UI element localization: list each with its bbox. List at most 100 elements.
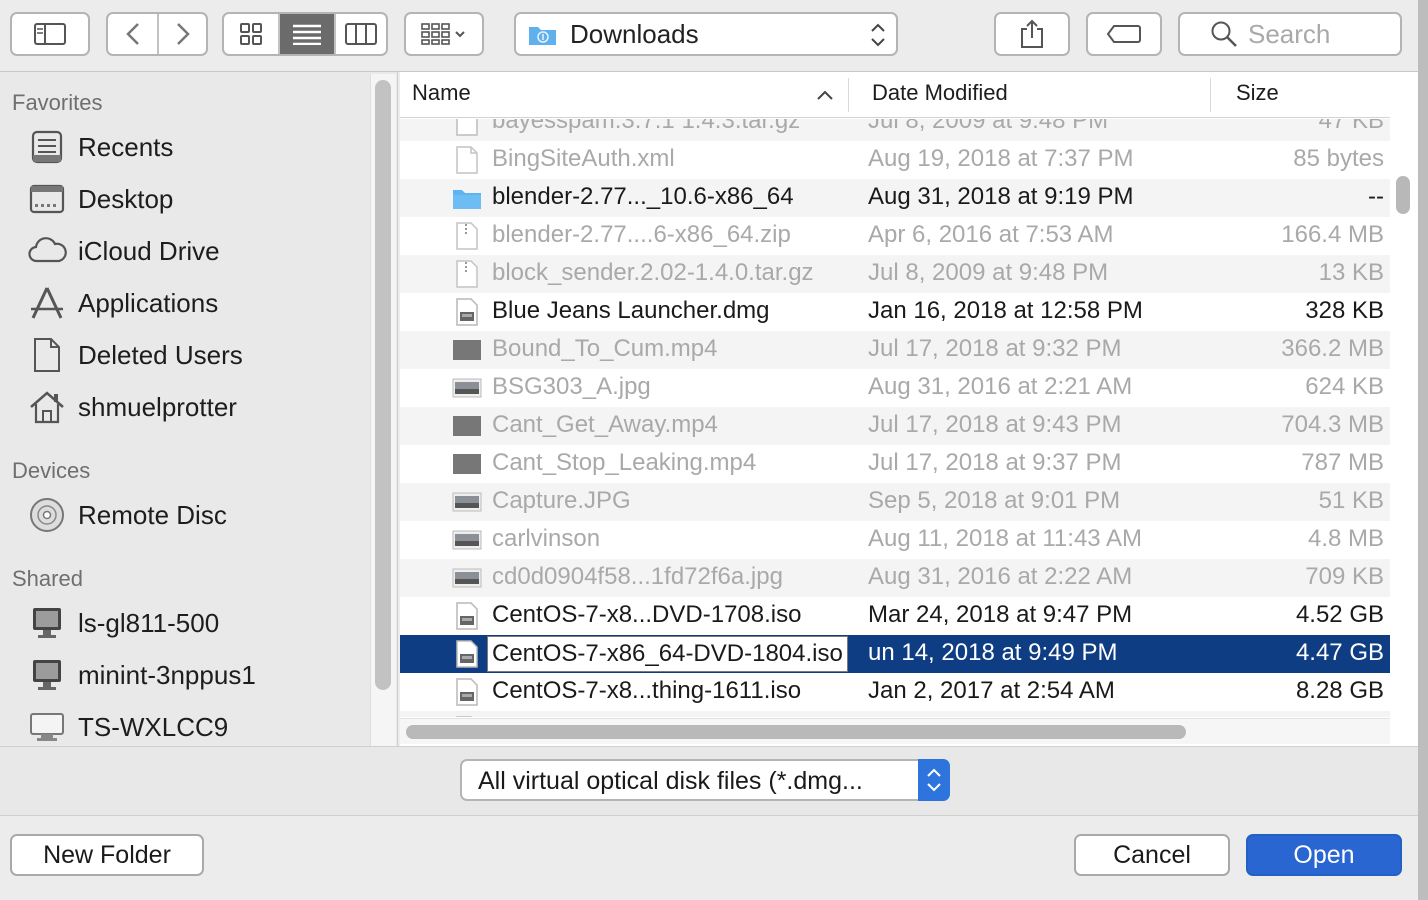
file-name: Bound_To_Cum.mp4 (492, 335, 718, 362)
table-row[interactable]: BSG303_A.jpg Aug 31, 2016 at 2:21 AM 624 K… (400, 369, 1390, 407)
file-list: Name Date Modified Size bayesspam.3.7.1 … (400, 72, 1418, 746)
table-row[interactable]: bayesspam.3.7.1 1.4.3.tar.gz Jul 8, 2009 … (400, 119, 1390, 141)
file-name: bayesspam.3.7.1 1.4.3.tar.gz (492, 119, 801, 134)
file-size: 8.28 GB (1295, 677, 1384, 704)
icon-view-button[interactable] (224, 14, 278, 54)
sidebar-scroll-thumb[interactable] (375, 80, 391, 690)
sidebar-toggle-button[interactable] (10, 12, 90, 56)
column-separator (848, 78, 849, 112)
sidebar-item-deleted-users[interactable]: Deleted Users (26, 331, 243, 379)
horizontal-scrollbar[interactable] (400, 718, 1390, 744)
table-row[interactable]: Capture.JPG Sep 5, 2018 at 9:01 PM 51 KB (400, 483, 1390, 521)
table-row[interactable]: Blue Jeans Launcher.dmg Jan 16, 2018 at 1… (400, 293, 1390, 331)
filter-stepper[interactable] (918, 759, 950, 801)
file-date-modified: un 14, 2018 at 9:49 PM (868, 639, 1118, 666)
table-row[interactable]: cd0d0904f58...1fd72f6a.jpg Aug 31, 2016 a… (400, 559, 1390, 597)
table-row[interactable]: CentOS-7-x8...thing-1708.iso Mar 26, 2018… (400, 711, 1390, 717)
file-name: blender-2.77..._10.6-x86_64 (492, 183, 794, 210)
updown-chevron-icon (871, 23, 885, 47)
file-date-modified: Aug 31, 2016 at 2:22 AM (868, 563, 1133, 590)
column-header: Name Date Modified Size (400, 72, 1390, 118)
group-by-button[interactable] (404, 12, 484, 56)
sidebar: Favorites Recents Desktop iCloud Drive A… (0, 72, 398, 746)
sidebar-item-applications[interactable]: Applications (26, 279, 218, 327)
file-date-modified: Mar 26, 2018 at 11:38 PM (868, 715, 1144, 717)
file-name: CentOS-7-x8...thing-1708.iso (492, 715, 803, 717)
file-size: 328 KB (1305, 297, 1384, 324)
file-date-modified: Jul 8, 2009 at 9:48 PM (868, 119, 1109, 134)
file-size: 709 KB (1305, 563, 1384, 590)
sidebar-item-desktop[interactable]: Desktop (26, 175, 173, 223)
sidebar-item-label: shmuelprotter (78, 391, 237, 422)
file-size: 51 KB (1318, 487, 1384, 514)
file-date-modified: Jan 2, 2017 at 2:54 AM (868, 677, 1115, 704)
grid-icon (240, 23, 262, 45)
file-date-modified: Jul 8, 2009 at 9:48 PM (868, 259, 1109, 286)
column-size-header[interactable]: Size (1236, 80, 1279, 106)
sidebar-item-shared-1[interactable]: ls-gl811-500 (26, 599, 219, 647)
forward-button[interactable] (157, 14, 206, 54)
zip-icon (452, 259, 482, 289)
cloud-icon (26, 231, 68, 271)
display-icon (26, 707, 68, 747)
column-view-button[interactable] (334, 14, 386, 54)
table-row[interactable]: CentOS-7-x8...thing-1611.iso Jan 2, 2017 … (400, 673, 1390, 711)
sort-ascending-icon (817, 90, 833, 100)
column-date-header[interactable]: Date Modified (872, 80, 1008, 106)
sidebar-item-icloud-drive[interactable]: iCloud Drive (26, 227, 220, 275)
table-row[interactable]: Cant_Get_Away.mp4 Jul 17, 2018 at 9:43 PM… (400, 407, 1390, 445)
disc-icon (26, 495, 68, 535)
sidebar-item-recents[interactable]: Recents (26, 123, 173, 171)
new-folder-button[interactable]: New Folder (10, 834, 204, 876)
file-date-modified: Mar 24, 2018 at 9:47 PM (868, 601, 1133, 628)
cancel-button[interactable]: Cancel (1074, 834, 1230, 876)
open-button[interactable]: Open (1246, 834, 1402, 876)
disk-image-icon (452, 715, 482, 717)
share-button[interactable] (994, 12, 1070, 56)
table-row-selected[interactable]: CentOS-7-x86_64-DVD-1804.iso un 14, 2018 … (400, 635, 1390, 673)
table-row[interactable]: Bound_To_Cum.mp4 Jul 17, 2018 at 9:32 PM 3… (400, 331, 1390, 369)
list-view-button[interactable] (278, 14, 334, 54)
file-type-filter[interactable]: All virtual optical disk files (*.dmg... (460, 759, 950, 801)
file-date-modified: Apr 6, 2016 at 7:53 AM (868, 221, 1114, 248)
sidebar-item-remote-disc[interactable]: Remote Disc (26, 491, 227, 539)
search-icon (1211, 21, 1237, 47)
file-date-modified: Aug 19, 2018 at 7:37 PM (868, 145, 1134, 172)
table-row[interactable]: block_sender.2.02-1.4.0.tar.gz Jul 8, 200… (400, 255, 1390, 293)
video-icon (452, 449, 482, 479)
column-name-header[interactable]: Name (412, 80, 471, 106)
location-popup[interactable]: Downloads (514, 12, 898, 56)
table-row[interactable]: blender-2.77....6-x86_64.zip Apr 6, 2016 … (400, 217, 1390, 255)
table-row[interactable]: carlvinson Aug 11, 2018 at 11:43 AM 4.8 MB (400, 521, 1390, 559)
table-row[interactable]: Cant_Stop_Leaking.mp4 Jul 17, 2018 at 9:3… (400, 445, 1390, 483)
sidebar-item-home[interactable]: shmuelprotter (26, 383, 237, 431)
view-mode-control (222, 12, 388, 56)
list-scroll-thumb[interactable] (1396, 176, 1410, 214)
file-date-modified: Jul 17, 2018 at 9:37 PM (868, 449, 1122, 476)
devices-header: Devices (12, 458, 91, 483)
search-field[interactable]: Search (1178, 12, 1402, 56)
horizontal-scroll-thumb[interactable] (406, 725, 1186, 739)
background-window-edge (1418, 0, 1428, 900)
archive-icon (452, 119, 482, 137)
file-name: block_sender.2.02-1.4.0.tar.gz (492, 259, 814, 286)
back-button[interactable] (108, 14, 157, 54)
file-size: 787 MB (1301, 449, 1384, 476)
file-size: 166.4 MB (1281, 221, 1384, 248)
computer-icon (26, 655, 68, 695)
edit-tags-button[interactable] (1086, 12, 1162, 56)
table-row[interactable]: blender-2.77..._10.6-x86_64 Aug 31, 2018 … (400, 179, 1390, 217)
sidebar-item-label: Desktop (78, 183, 174, 214)
image-icon (452, 373, 482, 403)
file-size: 47 KB (1318, 119, 1384, 134)
downloads-folder-icon (529, 27, 556, 45)
sidebar-item-shared-2[interactable]: minint-3nppus1 (26, 651, 256, 699)
table-row[interactable]: CentOS-7-x8...DVD-1708.iso Mar 24, 2018 a… (400, 597, 1390, 635)
table-row[interactable]: BingSiteAuth.xml Aug 19, 2018 at 7:37 PM 8… (400, 141, 1390, 179)
search-placeholder: Search (1248, 18, 1331, 49)
file-name: Cant_Stop_Leaking.mp4 (492, 449, 757, 476)
document-icon (452, 145, 482, 175)
file-name: Cant_Get_Away.mp4 (492, 411, 718, 438)
shared-header: Shared (12, 566, 83, 591)
sidebar-item-shared-3[interactable]: TS-WXLCC9 (26, 703, 228, 751)
